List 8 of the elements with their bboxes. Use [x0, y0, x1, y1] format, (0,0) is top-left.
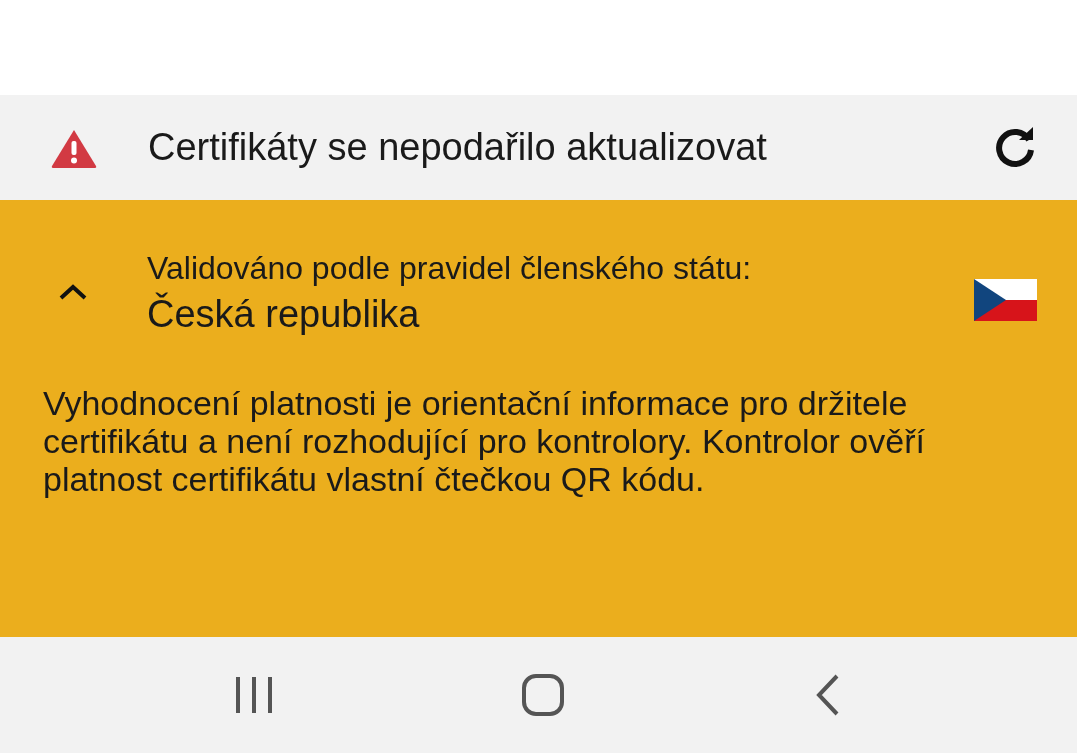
recent-apps-button[interactable]	[233, 675, 274, 715]
refresh-button[interactable]	[993, 125, 1037, 170]
country-name: Česká republika	[147, 293, 421, 336]
rules-label: Validováno podle pravidel členského státu:	[147, 250, 753, 287]
error-message: Certifikáty se nepodařilo aktualizovat	[148, 126, 768, 169]
validity-note: Vyhodnocení platnosti je orientační informace pro držitele certifikátu a není rozhodující pro kontrolory. Kontrolor ověří platnost certifikátu vlastní čtečkou QR kódu.	[43, 384, 926, 498]
home-button[interactable]	[521, 673, 566, 717]
flag-icon	[974, 279, 1037, 321]
